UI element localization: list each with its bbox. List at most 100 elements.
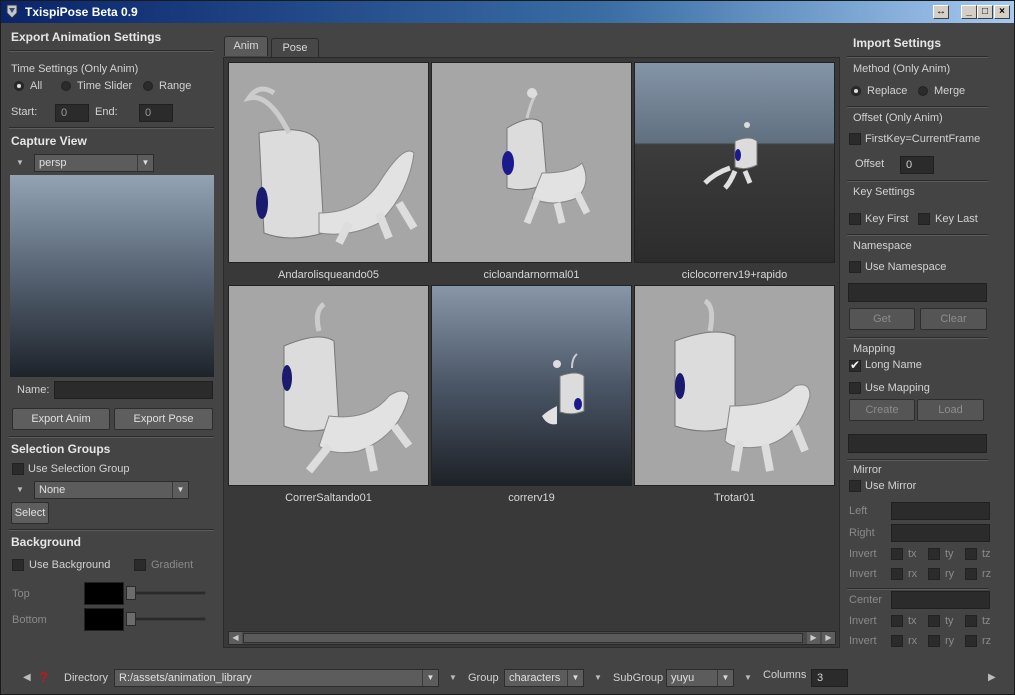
directory-dropdown[interactable]: R:/assets/animation_library ▼ bbox=[114, 669, 439, 687]
group-arrow-icon[interactable]: ▼ bbox=[449, 673, 457, 682]
gradient-checkbox[interactable] bbox=[134, 559, 146, 571]
invert-rz-checkbox[interactable] bbox=[965, 568, 977, 580]
export-anim-button[interactable]: Export Anim bbox=[12, 408, 110, 430]
center-invert-ry-checkbox[interactable] bbox=[928, 635, 940, 647]
restore-layout-icon[interactable]: ↔ bbox=[933, 5, 949, 19]
invert-ty-checkbox[interactable] bbox=[928, 548, 940, 560]
use-mapping-checkbox[interactable] bbox=[849, 382, 861, 394]
center-invert-rz-checkbox[interactable] bbox=[965, 635, 977, 647]
center-invert-rx-checkbox[interactable] bbox=[891, 635, 903, 647]
expand-right-icon[interactable]: ▶ bbox=[988, 672, 996, 683]
use-selection-group-checkbox[interactable] bbox=[12, 463, 24, 475]
divider bbox=[847, 459, 988, 461]
collapse-arrow-icon[interactable]: ▼ bbox=[16, 485, 24, 494]
tab-anim[interactable]: Anim bbox=[224, 36, 268, 56]
top-slider-thumb[interactable] bbox=[126, 586, 136, 600]
load-button[interactable]: Load bbox=[917, 399, 984, 421]
use-background-checkbox[interactable] bbox=[12, 559, 24, 571]
tab-pose[interactable]: Pose bbox=[271, 38, 319, 58]
name-field[interactable] bbox=[54, 381, 213, 399]
bottom-slider-track[interactable] bbox=[128, 617, 206, 621]
center-invert-tx-checkbox[interactable] bbox=[891, 615, 903, 627]
method-merge-label: Merge bbox=[934, 85, 966, 97]
thumbnail-andarolisqueando05[interactable] bbox=[228, 62, 429, 263]
get-button[interactable]: Get bbox=[849, 308, 915, 330]
thumbnail-trotar01[interactable] bbox=[634, 285, 835, 486]
camera-dropdown[interactable]: persp ▼ bbox=[34, 154, 154, 172]
use-mirror-checkbox[interactable] bbox=[849, 480, 861, 492]
invert-tz-checkbox[interactable] bbox=[965, 548, 977, 560]
thumbnail-ciclocorrerv19-rapido[interactable] bbox=[634, 62, 835, 263]
thumbnail-correrSaltando01[interactable] bbox=[228, 285, 429, 486]
mirror-right-field[interactable] bbox=[891, 524, 990, 542]
group-dropdown[interactable]: characters ▼ bbox=[504, 669, 584, 687]
subgroup-dropdown[interactable]: yuyu ▼ bbox=[666, 669, 734, 687]
thumbnail-caption: Andarolisqueando05 bbox=[278, 269, 379, 281]
scroll-left-icon[interactable]: ◀ bbox=[229, 632, 242, 644]
bottom-slider-thumb[interactable] bbox=[126, 612, 136, 626]
use-namespace-checkbox[interactable] bbox=[849, 261, 861, 273]
selection-groups-header: Selection Groups bbox=[11, 442, 111, 456]
app-icon bbox=[6, 4, 18, 19]
columns-arrow-icon[interactable]: ▼ bbox=[744, 673, 752, 682]
use-selection-group-label: Use Selection Group bbox=[28, 463, 130, 475]
offset-field[interactable]: 0 bbox=[900, 156, 934, 174]
time-range-radio[interactable] bbox=[143, 81, 153, 91]
invert-ry-checkbox[interactable] bbox=[928, 568, 940, 580]
chevron-down-icon: ▼ bbox=[137, 155, 153, 171]
time-slider-radio[interactable] bbox=[61, 81, 71, 91]
creature-render-icon bbox=[243, 86, 418, 245]
mirror-left-field[interactable] bbox=[891, 502, 990, 520]
import-settings-header: Import Settings bbox=[853, 36, 942, 50]
end-field[interactable]: 0 bbox=[139, 104, 173, 122]
top-color-swatch[interactable] bbox=[84, 582, 124, 605]
select-button[interactable]: Select bbox=[11, 502, 49, 524]
export-pose-button[interactable]: Export Pose bbox=[114, 408, 213, 430]
selection-group-dropdown[interactable]: None ▼ bbox=[34, 481, 189, 499]
bottom-color-swatch[interactable] bbox=[84, 608, 124, 631]
center-field[interactable] bbox=[891, 591, 990, 609]
method-merge-radio[interactable] bbox=[918, 86, 928, 96]
chevron-down-icon: ▼ bbox=[567, 670, 583, 686]
thumbnail-caption: ciclocorrerv19+rapido bbox=[681, 269, 788, 281]
directory-value: R:/assets/animation_library bbox=[119, 672, 252, 684]
help-icon[interactable]: ? bbox=[39, 669, 48, 686]
key-last-label: Key Last bbox=[935, 213, 978, 225]
scroll-end-icon[interactable]: ▶ bbox=[822, 632, 835, 644]
start-field[interactable]: 0 bbox=[55, 104, 89, 122]
thumbnail-cicloandarnormal01[interactable] bbox=[431, 62, 632, 263]
thumbnail-correrv19[interactable] bbox=[431, 285, 632, 486]
invert-rx-checkbox[interactable] bbox=[891, 568, 903, 580]
time-slider-label: Time Slider bbox=[77, 80, 133, 92]
minimize-button[interactable]: _ bbox=[961, 5, 977, 19]
invert-tx-checkbox[interactable] bbox=[891, 548, 903, 560]
divider bbox=[847, 234, 988, 236]
center-invert-tz-checkbox[interactable] bbox=[965, 615, 977, 627]
method-replace-radio[interactable] bbox=[851, 86, 861, 96]
name-label: Name: bbox=[17, 384, 50, 396]
center-invert-ty-checkbox[interactable] bbox=[928, 615, 940, 627]
close-button[interactable]: × bbox=[994, 5, 1010, 19]
scrollbar-thumb[interactable] bbox=[243, 633, 803, 643]
axis-label: rz bbox=[982, 635, 992, 647]
key-last-checkbox[interactable] bbox=[918, 213, 930, 225]
divider bbox=[9, 50, 214, 52]
capture-viewport[interactable] bbox=[10, 175, 214, 377]
title-bar[interactable]: TxispiPose Beta 0.9 ↔ _ □ × bbox=[1, 1, 1014, 23]
maximize-button[interactable]: □ bbox=[977, 5, 993, 19]
key-first-checkbox[interactable] bbox=[849, 213, 861, 225]
firstkey-checkbox[interactable] bbox=[849, 133, 861, 145]
time-all-radio[interactable] bbox=[14, 81, 24, 91]
collapse-left-icon[interactable]: ◀ bbox=[23, 672, 31, 683]
long-name-checkbox[interactable] bbox=[849, 358, 861, 372]
columns-field[interactable]: 3 bbox=[811, 669, 848, 687]
mapping-field[interactable] bbox=[848, 434, 987, 453]
horizontal-scrollbar[interactable]: ◀ ▶ ▶ bbox=[228, 631, 836, 645]
top-slider-track[interactable] bbox=[128, 591, 206, 595]
subgroup-arrow-icon[interactable]: ▼ bbox=[594, 673, 602, 682]
create-button[interactable]: Create bbox=[849, 399, 915, 421]
scroll-right-icon[interactable]: ▶ bbox=[807, 632, 820, 644]
clear-button[interactable]: Clear bbox=[920, 308, 987, 330]
collapse-arrow-icon[interactable]: ▼ bbox=[16, 158, 24, 167]
namespace-field[interactable] bbox=[848, 283, 987, 302]
